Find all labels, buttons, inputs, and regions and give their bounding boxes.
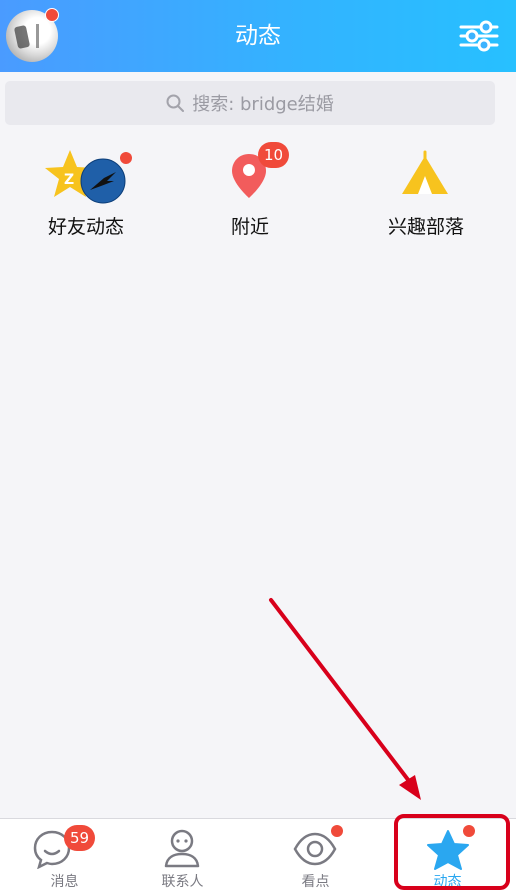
sliders-icon (459, 20, 499, 52)
feature-interest-tribe[interactable]: 兴趣部落 (340, 134, 512, 242)
feature-friend-feed[interactable]: Z 好友动态 (0, 134, 172, 242)
tab-contacts-label: 联系人 (161, 874, 204, 890)
star-icon (427, 830, 469, 870)
feature-friend-feed-dot (120, 152, 132, 164)
feature-nearby[interactable]: 10 附近 (164, 134, 336, 242)
feature-row: Z 好友动态 10 附近 兴趣部落 (0, 134, 516, 242)
feature-friend-feed-label: 好友动态 (47, 216, 124, 238)
qzone-star-icon: Z (45, 150, 126, 204)
tab-feed-label: 动态 (433, 874, 462, 890)
feature-interest-tribe-label: 兴趣部落 (387, 216, 464, 238)
svg-text:Z: Z (64, 172, 74, 188)
top-header: 动态 (0, 0, 516, 72)
search-icon (166, 94, 185, 112)
search-input[interactable]: 搜索: bridge结婚 (5, 81, 495, 125)
tab-messages-label: 消息 (50, 874, 79, 890)
nearby-badge: 10 (258, 142, 290, 168)
kandian-dot (331, 825, 343, 837)
tab-feed[interactable]: 动态 (383, 819, 512, 895)
search-area: 搜索: bridge结婚 (0, 72, 516, 134)
search-placeholder: 搜索: bridge结婚 (192, 94, 334, 115)
feature-nearby-label: 附近 (230, 216, 269, 238)
tab-messages[interactable]: 59 消息 (0, 819, 129, 895)
tab-contacts[interactable]: 联系人 (118, 819, 247, 895)
tent-icon (402, 150, 448, 194)
feed-tab-dot (463, 825, 475, 837)
tab-kandian[interactable]: 看点 (251, 819, 380, 895)
eye-icon (293, 832, 337, 866)
messages-badge: 59 (64, 825, 96, 851)
tab-kandian-label: 看点 (301, 874, 330, 890)
page-title: 动态 (235, 23, 281, 49)
bottom-tab-bar: 59 消息 联系人 看点 动态 (0, 818, 516, 895)
settings-button[interactable] (459, 18, 499, 54)
contacts-icon (164, 829, 200, 868)
